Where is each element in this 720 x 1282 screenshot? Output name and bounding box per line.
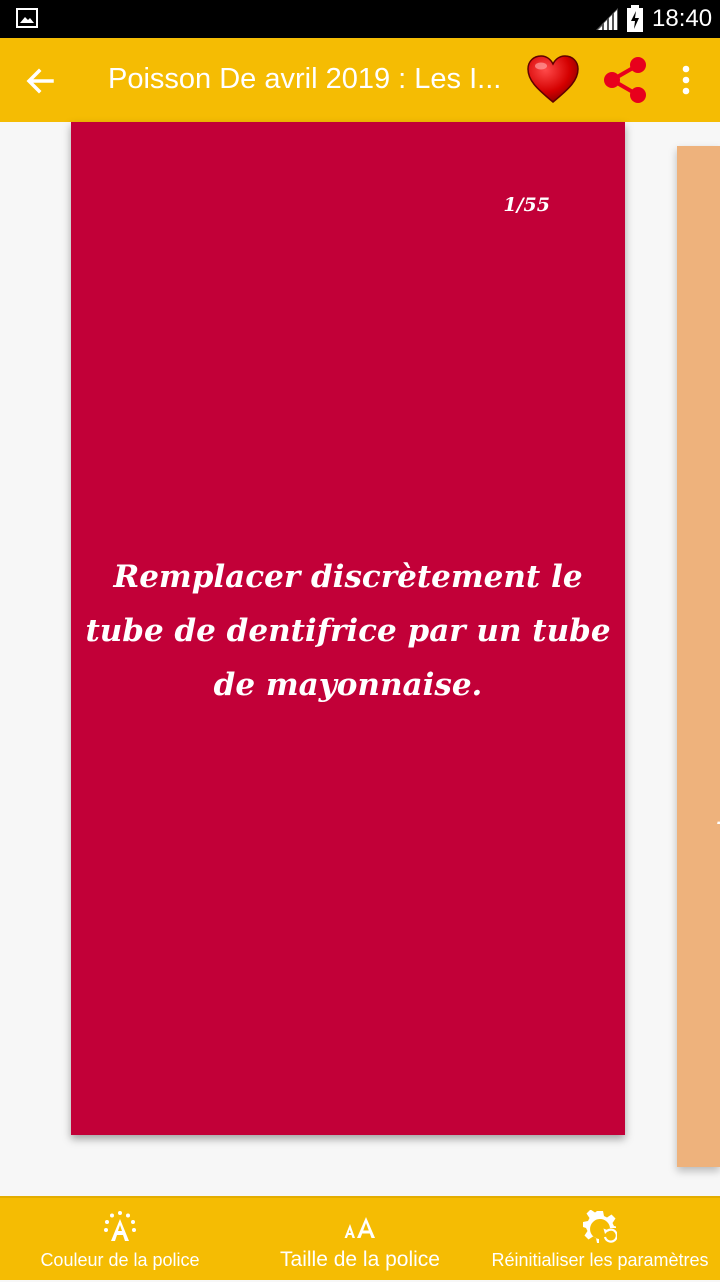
bottom-action-bar: Couleur de la police Taille de la police… — [0, 1196, 720, 1280]
back-arrow-icon[interactable] — [18, 58, 64, 104]
next-card-text-peek: V — [715, 814, 720, 861]
font-size-icon — [344, 1217, 375, 1238]
signal-icon — [596, 8, 618, 30]
quote-card[interactable]: 1/55 Remplacer discrètement le tube de d… — [71, 122, 625, 1135]
font-size-label: Taille de la police — [280, 1248, 440, 1271]
share-icon[interactable] — [598, 54, 652, 106]
heart-icon[interactable] — [526, 54, 580, 106]
next-quote-card[interactable]: V — [677, 146, 720, 1167]
page-counter: 1/55 — [503, 194, 550, 216]
font-color-button[interactable]: Couleur de la police — [30, 1198, 210, 1282]
status-bar: 18:40 — [0, 0, 720, 38]
font-color-icon — [104, 1211, 136, 1241]
font-color-label: Couleur de la police — [40, 1250, 200, 1270]
quote-text: Remplacer discrètement le tube de dentif… — [85, 559, 611, 703]
battery-charging-icon — [627, 5, 643, 32]
gallery-icon — [16, 8, 38, 28]
status-time: 18:40 — [652, 5, 713, 32]
reset-settings-label: Réinitialiser les paramètres — [491, 1250, 709, 1270]
reset-settings-button[interactable]: Réinitialiser les paramètres — [486, 1198, 714, 1282]
font-size-button[interactable]: Taille de la police — [262, 1198, 458, 1282]
app-toolbar: Poisson De avril 2019 : Les I... — [0, 38, 720, 122]
more-vertical-icon[interactable] — [668, 58, 704, 104]
settings-reset-icon — [583, 1210, 617, 1243]
page-title: Poisson De avril 2019 : Les I... — [108, 63, 502, 95]
